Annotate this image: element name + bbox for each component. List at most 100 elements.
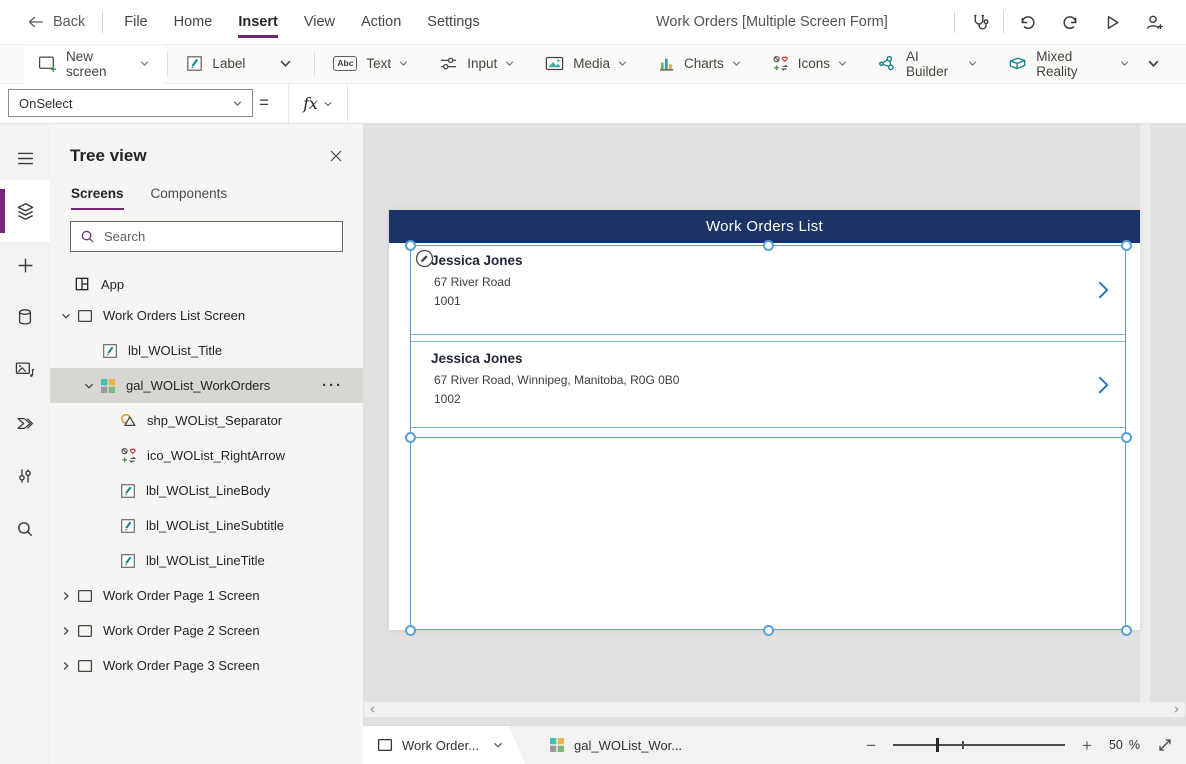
tree-item-work-order-page-3-screen[interactable]: Work Order Page 3 Screen: [50, 648, 363, 683]
item-title[interactable]: Jessica Jones: [431, 253, 523, 268]
item-subtitle[interactable]: 67 River Road, Winnipeg, Manitoba, R0G 0…: [434, 373, 679, 387]
search-input[interactable]: [102, 228, 333, 245]
item-title[interactable]: Jessica Jones: [431, 351, 523, 366]
zoom-slider[interactable]: [893, 738, 1066, 752]
screen-selector[interactable]: Work Order...: [363, 726, 525, 764]
selection-handle-mid-right[interactable]: [1120, 432, 1132, 443]
hamburger-icon: [16, 151, 35, 166]
gallery-item-1[interactable]: Jessica Jones 67 River Road 1001: [410, 245, 1126, 335]
insert-rail-button[interactable]: [0, 243, 50, 287]
tree-item-lbl-wolist-linebody[interactable]: lbl_WOList_LineBody: [50, 473, 363, 508]
app-checker-button[interactable]: [961, 5, 997, 39]
scroll-left-arrow-icon[interactable]: [368, 705, 377, 714]
menu-item-settings[interactable]: Settings: [414, 0, 492, 44]
preview-button[interactable]: [1094, 5, 1130, 39]
back-button[interactable]: Back: [0, 14, 102, 30]
selection-handle-top-left[interactable]: [404, 239, 416, 251]
tree-item-lbl-wolist-linesubtitle[interactable]: lbl_WOList_LineSubtitle: [50, 508, 363, 543]
selected-control-breadcrumb[interactable]: gal_WOList_Wor...: [549, 726, 682, 764]
zoom-slider-thumb[interactable]: [936, 738, 940, 752]
ai-builder-menu-button[interactable]: AI Builder: [863, 44, 993, 84]
media-rail-button[interactable]: [0, 348, 50, 392]
search-rail-button[interactable]: [0, 507, 50, 551]
topbar-actions: [954, 5, 1186, 39]
new-screen-icon: [38, 55, 57, 73]
chevron-down-icon: [1119, 58, 1130, 69]
gallery-item-2[interactable]: Jessica Jones 67 River Road, Winnipeg, M…: [410, 341, 1126, 428]
scroll-right-arrow-icon[interactable]: [1172, 705, 1181, 714]
selection-handle-top-right[interactable]: [1120, 239, 1132, 251]
screen-title-label[interactable]: Work Orders List: [389, 210, 1140, 243]
menu-item-view[interactable]: View: [291, 0, 348, 44]
zoom-unit: %: [1128, 738, 1140, 752]
tree-item-lbl-wolist-linetitle[interactable]: lbl_WOList_LineTitle: [50, 543, 363, 578]
menu-item-insert[interactable]: Insert: [225, 0, 291, 44]
power-apps-studio: Back File Home Insert View Action Settin…: [0, 0, 1186, 764]
tree-item-work-order-page-1-screen[interactable]: Work Order Page 1 Screen: [50, 578, 363, 613]
top-menu-bar: Back File Home Insert View Action Settin…: [0, 0, 1186, 45]
fit-to-window-button[interactable]: [1157, 737, 1173, 753]
close-panel-button[interactable]: [329, 149, 343, 163]
right-arrow-icon[interactable]: [1098, 280, 1109, 300]
media-menu-button[interactable]: Media: [530, 44, 643, 84]
property-dropdown[interactable]: OnSelect: [8, 89, 253, 117]
label-button[interactable]: Label: [171, 44, 260, 84]
selection-handle-mid-left[interactable]: [404, 432, 416, 443]
tab-screens[interactable]: Screens: [71, 186, 124, 210]
menu-item-action[interactable]: Action: [348, 0, 414, 44]
tree-item-app[interactable]: App: [50, 268, 363, 300]
text-menu-button[interactable]: Abc Text: [318, 44, 424, 84]
chevron-down-icon: [504, 58, 515, 69]
equals-sign: =: [259, 93, 269, 112]
selection-handle-top-mid[interactable]: [762, 239, 774, 251]
menu-item-file[interactable]: File: [111, 0, 160, 44]
new-screen-button[interactable]: New screen: [24, 43, 165, 84]
tree-item-lbl-wolist-title[interactable]: lbl_WOList_Title: [50, 333, 363, 368]
chevron-right-icon[interactable]: [60, 625, 72, 637]
tree-item-ico-wolist-rightarrow[interactable]: ico_WOList_RightArrow: [50, 438, 363, 473]
redo-button[interactable]: [1052, 5, 1088, 39]
zoom-in-button[interactable]: +: [1082, 737, 1092, 754]
advanced-tools-rail-button[interactable]: [0, 454, 50, 498]
input-sliders-icon: [439, 55, 458, 72]
tree-item-work-orders-list-screen[interactable]: Work Orders List Screen: [50, 298, 363, 333]
item-body[interactable]: 1001: [434, 294, 461, 308]
tree-item-work-order-page-2-screen[interactable]: Work Order Page 2 Screen: [50, 613, 363, 648]
selection-handle-bottom-left[interactable]: [404, 624, 416, 636]
app-title: Work Orders [Multiple Screen Form]: [656, 14, 888, 30]
charts-menu-button[interactable]: Charts: [643, 44, 757, 84]
fx-dropdown[interactable]: fx: [288, 84, 348, 123]
tree-view-rail-button[interactable]: [0, 180, 50, 242]
icons-menu-button[interactable]: Icons: [757, 44, 863, 84]
chevron-down-icon[interactable]: [83, 380, 95, 392]
right-arrow-icon[interactable]: [1098, 375, 1109, 395]
ribbon-overflow-button[interactable]: [1145, 44, 1186, 84]
input-menu-button[interactable]: Input: [424, 44, 530, 84]
flow-icon: [16, 415, 34, 432]
data-rail-button[interactable]: [0, 295, 50, 339]
chevron-right-icon[interactable]: [60, 660, 72, 672]
label-icon: [120, 518, 136, 534]
tab-components[interactable]: Components: [151, 186, 228, 210]
zoom-slider-track[interactable]: [893, 744, 1066, 746]
tree-item-shp-wolist-separator[interactable]: shp_WOList_Separator: [50, 403, 363, 438]
mixed-reality-menu-button[interactable]: Mixed Reality: [993, 44, 1145, 84]
formula-editor[interactable]: // change forms to view mode ViewForm(fr…: [360, 84, 1186, 126]
hamburger-menu-button[interactable]: [0, 136, 50, 180]
back-label: Back: [53, 14, 86, 30]
selection-handle-bottom-right[interactable]: [1120, 624, 1132, 636]
zoom-out-button[interactable]: −: [866, 737, 876, 754]
item-body[interactable]: 1002: [434, 392, 461, 406]
row-options-button[interactable]: ···: [322, 377, 363, 394]
chevron-right-icon[interactable]: [60, 590, 72, 602]
power-automate-rail-button[interactable]: [0, 401, 50, 445]
tree-item-gal-wolist-workorders[interactable]: gal_WOList_WorkOrders ···: [50, 368, 363, 403]
canvas-horizontal-scrollbar[interactable]: [364, 702, 1185, 717]
share-button[interactable]: [1136, 5, 1172, 39]
label-dropdown-button[interactable]: [260, 44, 311, 84]
item-subtitle[interactable]: 67 River Road: [434, 275, 511, 289]
chevron-down-icon[interactable]: [60, 310, 72, 322]
selection-handle-bottom-mid[interactable]: [762, 624, 774, 636]
undo-button[interactable]: [1010, 5, 1046, 39]
menu-item-home[interactable]: Home: [161, 0, 226, 44]
